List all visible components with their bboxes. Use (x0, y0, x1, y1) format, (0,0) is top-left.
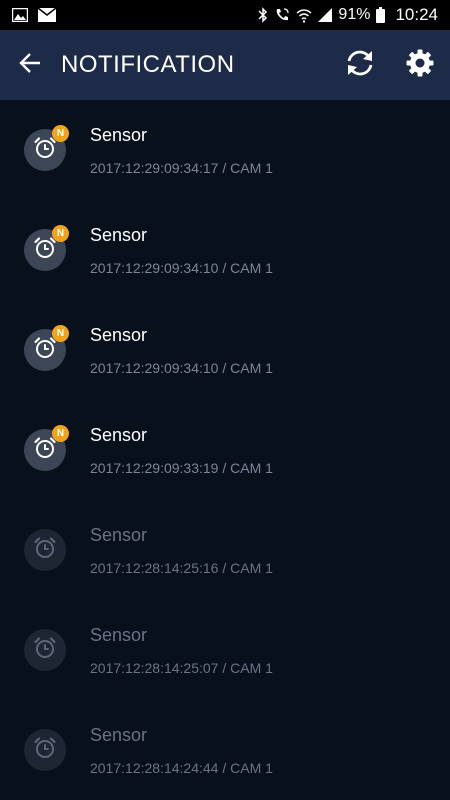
alarm-clock-icon (33, 636, 57, 665)
notification-title: Sensor (90, 325, 148, 345)
notification-timestamp: 2017:12:28:14:25:16 / CAM 1 (90, 560, 273, 576)
notification-title: Sensor (90, 625, 148, 645)
alarm-clock-icon (33, 736, 57, 765)
wifi-call-icon (274, 7, 290, 23)
notification-item[interactable]: N Sensor 2017:12:29:09:33:19 / CAM 1 (0, 400, 450, 500)
new-badge: N (52, 125, 69, 142)
mail-icon (38, 8, 56, 22)
battery-percent: 91% (338, 6, 371, 23)
new-badge: N (52, 325, 69, 342)
notification-timestamp: 2017:12:28:14:24:44 / CAM 1 (90, 760, 273, 776)
alarm-clock-avatar (24, 629, 66, 671)
status-bar-left (12, 8, 56, 22)
status-bar: 91% 10:24 (0, 0, 450, 30)
notification-item[interactable]: N Sensor 2017:12:29:09:34:10 / CAM 1 (0, 300, 450, 400)
notification-title: Sensor (90, 425, 148, 445)
notification-title: Sensor (90, 125, 148, 145)
notification-list: N Sensor 2017:12:29:09:34:17 / CAM 1 N S… (0, 100, 450, 800)
image-icon (12, 8, 28, 22)
notification-item[interactable]: Sensor 2017:12:28:14:25:16 / CAM 1 (0, 500, 450, 600)
signal-icon (318, 8, 333, 22)
settings-button[interactable] (390, 30, 450, 100)
notification-timestamp: 2017:12:29:09:34:10 / CAM 1 (90, 360, 273, 376)
refresh-button[interactable] (330, 30, 390, 100)
back-arrow-icon (19, 52, 41, 78)
notification-title: Sensor (90, 225, 148, 245)
alarm-clock-icon (33, 336, 57, 365)
notification-item[interactable]: Sensor 2017:12:28:14:25:07 / CAM 1 (0, 600, 450, 700)
battery-icon (376, 7, 386, 23)
back-button[interactable] (0, 30, 60, 100)
bluetooth-icon (258, 7, 268, 23)
clock: 10:24 (395, 5, 438, 24)
notification-item[interactable]: Sensor 2017:12:28:14:24:44 / CAM 1 (0, 700, 450, 800)
settings-icon (406, 49, 434, 82)
notification-item[interactable]: N Sensor 2017:12:29:09:34:10 / CAM 1 (0, 200, 450, 300)
notification-title: Sensor (90, 725, 148, 745)
page-title: NOTIFICATION (61, 51, 235, 78)
alarm-clock-icon (33, 136, 57, 165)
alarm-clock-icon (33, 536, 57, 565)
alarm-clock-icon (33, 236, 57, 265)
new-badge: N (52, 425, 69, 442)
status-bar-right: 91% 10:24 (258, 5, 438, 25)
notification-timestamp: 2017:12:28:14:25:07 / CAM 1 (90, 660, 273, 676)
notification-timestamp: 2017:12:29:09:33:19 / CAM 1 (90, 460, 273, 476)
notification-timestamp: 2017:12:29:09:34:10 / CAM 1 (90, 260, 273, 276)
alarm-clock-avatar (24, 729, 66, 771)
notification-timestamp: 2017:12:29:09:34:17 / CAM 1 (90, 160, 273, 176)
alarm-clock-avatar (24, 529, 66, 571)
new-badge: N (52, 225, 69, 242)
notification-title: Sensor (90, 525, 148, 545)
app-bar: NOTIFICATION (0, 30, 450, 100)
alarm-clock-icon (33, 436, 57, 465)
notification-item[interactable]: N Sensor 2017:12:29:09:34:17 / CAM 1 (0, 100, 450, 200)
wifi-icon (296, 7, 312, 23)
refresh-icon (345, 49, 375, 82)
